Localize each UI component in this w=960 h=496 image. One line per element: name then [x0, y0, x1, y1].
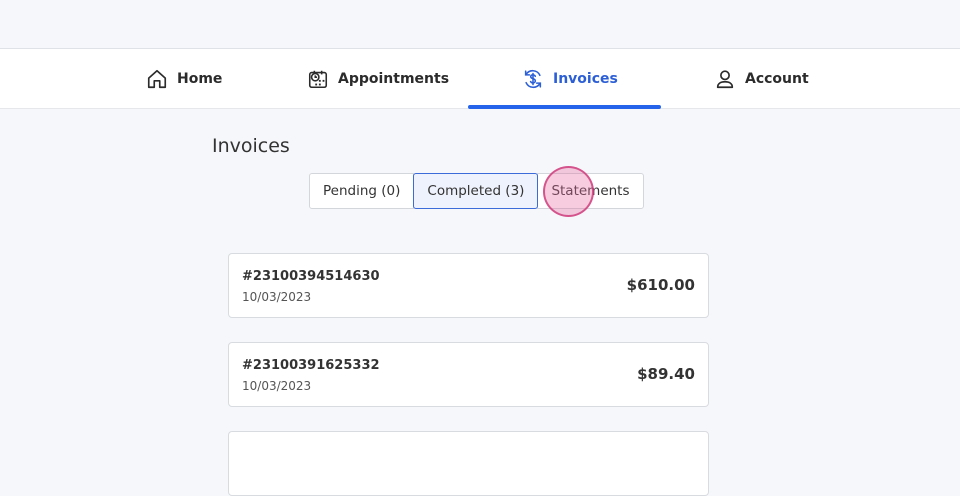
- invoice-number: #23100391625332: [242, 358, 380, 373]
- page-title: Invoices: [212, 135, 290, 157]
- tab-statements[interactable]: Statements: [537, 173, 644, 209]
- invoice-card[interactable]: #23100391625332 10/03/2023 $89.40: [228, 342, 709, 407]
- calendar-clock-icon: [308, 70, 328, 89]
- nav-home-label: Home: [177, 71, 223, 87]
- tab-completed[interactable]: Completed (3): [413, 173, 539, 209]
- tab-pending[interactable]: Pending (0): [309, 173, 415, 209]
- active-tab-indicator: [468, 105, 661, 109]
- home-icon: [147, 69, 167, 89]
- nav-home[interactable]: Home: [146, 49, 222, 109]
- invoice-date: 10/03/2023: [242, 290, 312, 304]
- top-bar: [0, 0, 960, 49]
- invoice-filter-tabs: Pending (0) Completed (3) Statements: [309, 173, 644, 209]
- dollar-refresh-icon: [524, 69, 542, 89]
- invoice-card[interactable]: #23100394514630 10/03/2023 $610.00: [228, 253, 709, 318]
- invoice-number: #23100394514630: [242, 269, 380, 284]
- invoice-date: 10/03/2023: [242, 379, 312, 393]
- nav-appointments-label: Appointments: [338, 71, 450, 87]
- nav-appointments[interactable]: Appointments: [307, 49, 449, 109]
- main-nav: Home Appointments Invoices Account: [0, 49, 960, 109]
- nav-invoices[interactable]: Invoices: [522, 49, 618, 109]
- user-icon: [716, 70, 734, 89]
- nav-account[interactable]: Account: [714, 49, 809, 109]
- invoice-amount: $89.40: [637, 365, 695, 383]
- invoice-amount: $610.00: [626, 276, 695, 294]
- nav-account-label: Account: [745, 71, 809, 87]
- nav-invoices-label: Invoices: [553, 71, 618, 87]
